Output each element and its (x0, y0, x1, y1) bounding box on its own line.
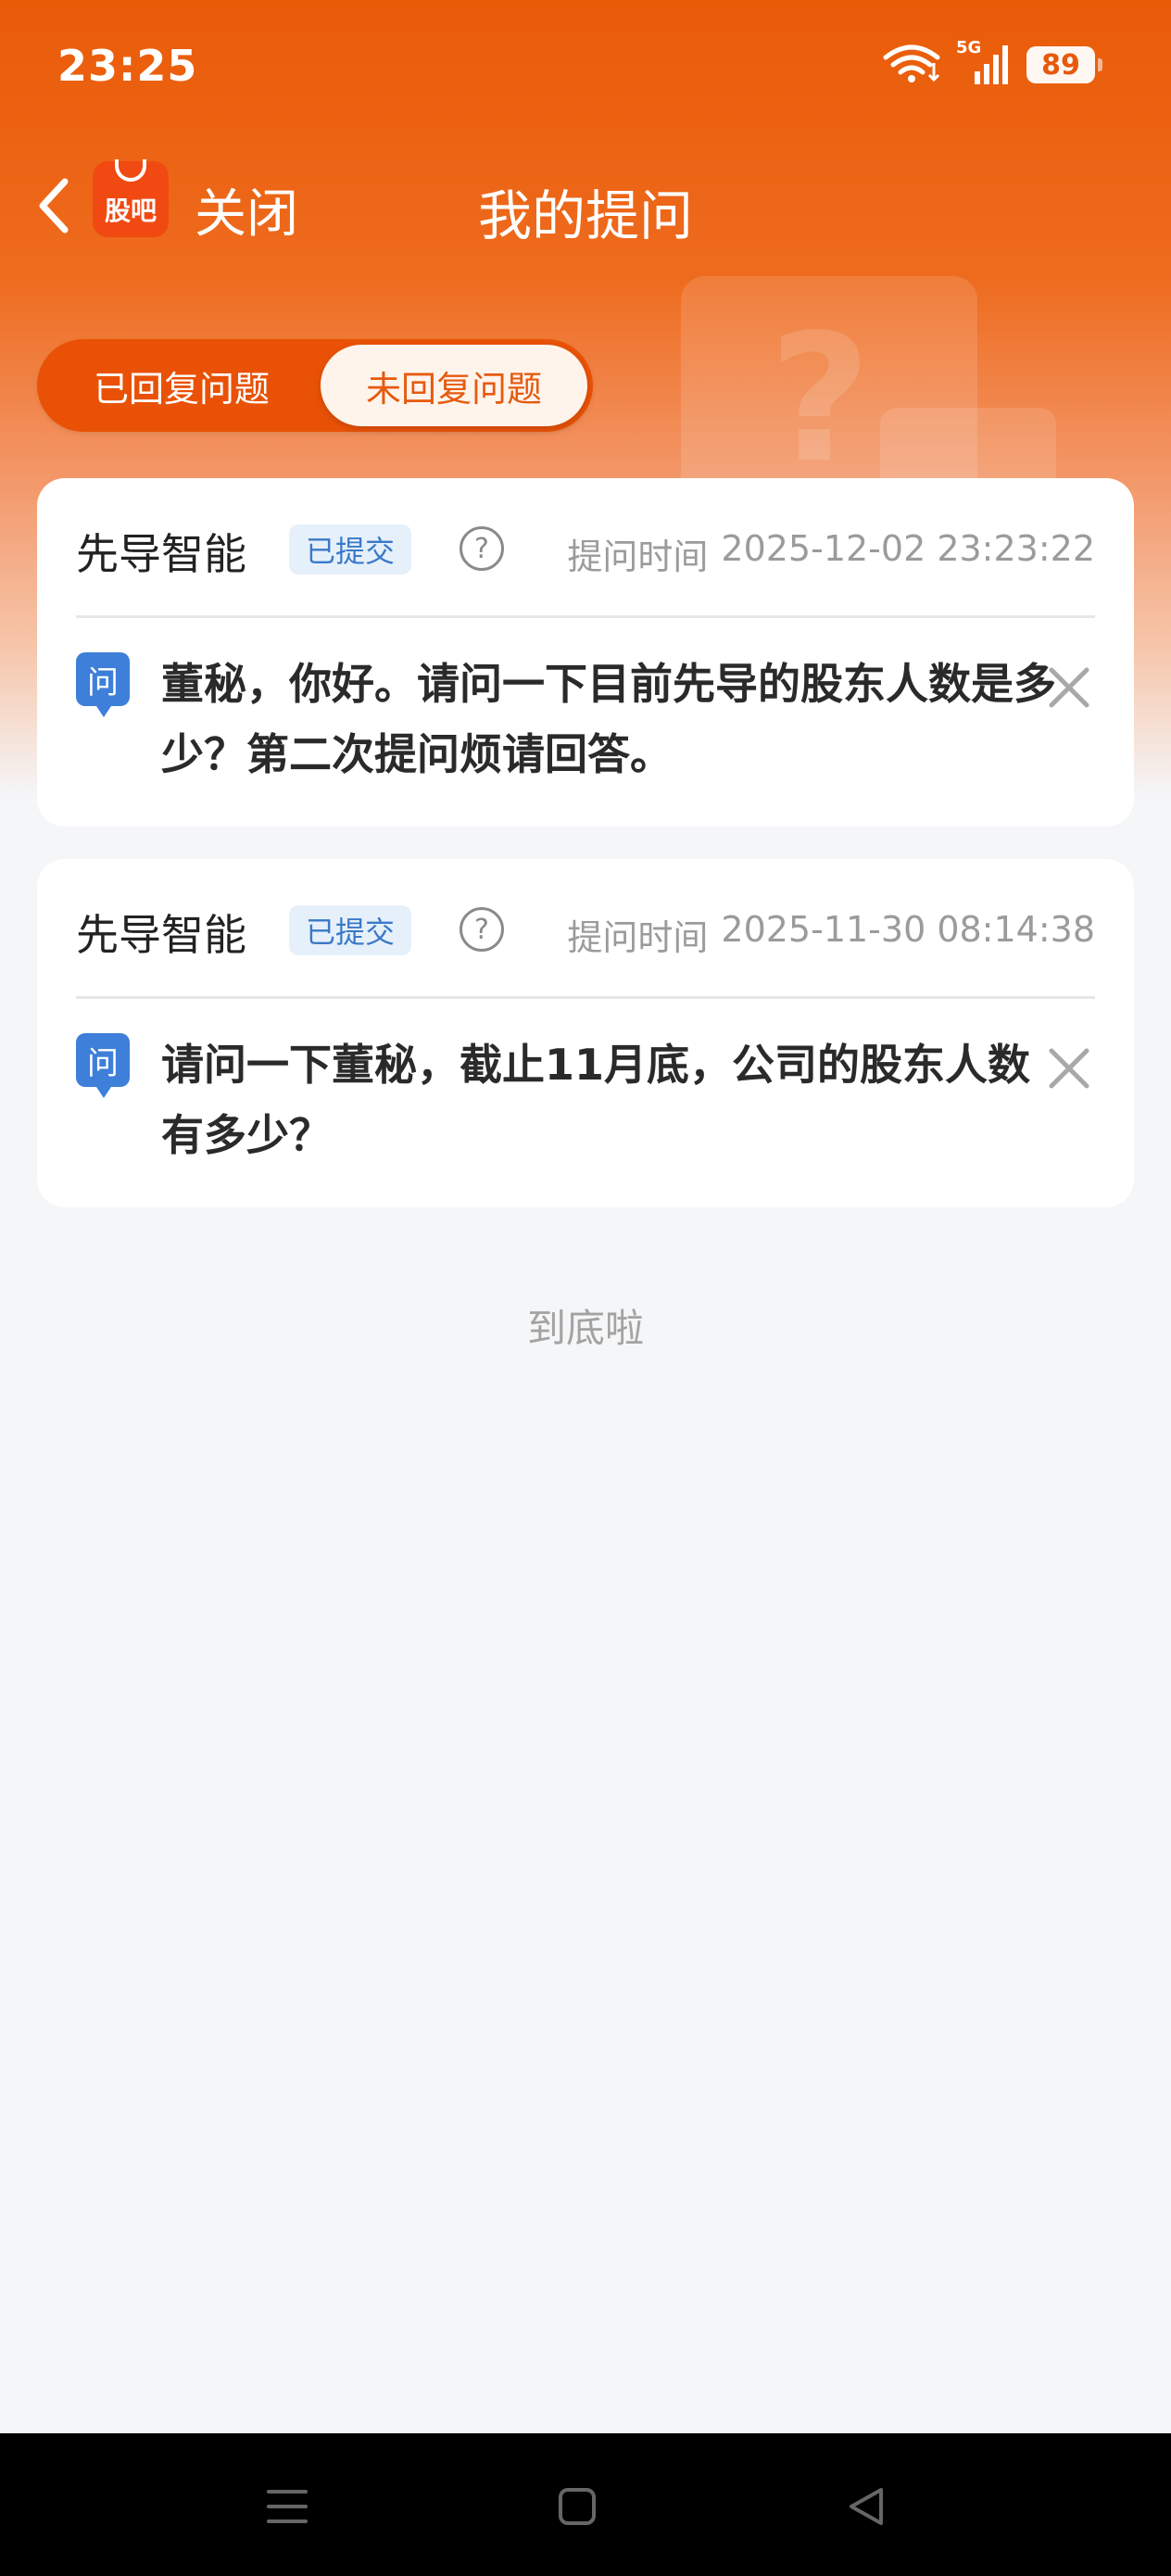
menu-icon (267, 2490, 308, 2523)
divider (76, 996, 1095, 999)
close-icon (1049, 1048, 1089, 1089)
tab-answered[interactable]: 已回复问题 (43, 345, 321, 426)
help-icon[interactable]: ? (460, 907, 504, 952)
question-badge-icon: 问 (76, 1033, 130, 1098)
page-title: 我的提问 (477, 184, 693, 247)
company-name[interactable]: 先导智能 (76, 521, 246, 582)
question-badge-icon: 问 (76, 652, 130, 717)
status-bar: 23:25 5G 89 (0, 0, 1171, 139)
delete-button[interactable] (1041, 660, 1097, 715)
triangle-back-icon (850, 2488, 883, 2525)
tab-unanswered[interactable]: 未回复问题 (321, 345, 587, 426)
status-badge: 已提交 (289, 905, 412, 955)
close-icon (1049, 667, 1089, 708)
question-illustration-mark: ? (769, 297, 872, 501)
status-time: 23:25 (57, 41, 198, 91)
cellular-signal-icon: 5G (956, 38, 1012, 86)
system-nav-bar (0, 2433, 1171, 2576)
ask-time: 提问时间 2025-12-02 23:23:22 (567, 528, 1095, 579)
ask-time: 提问时间 2025-11-30 08:14:38 (567, 909, 1095, 960)
card-header: 先导智能 已提交 ? 提问时间 2025-12-02 23:23:22 (76, 515, 1095, 580)
ask-time-label: 提问时间 (567, 917, 709, 958)
square-icon (559, 2488, 596, 2525)
ask-time-label: 提问时间 (567, 537, 709, 577)
question-tabs: 已回复问题 未回复问题 (37, 339, 593, 432)
company-name[interactable]: 先导智能 (76, 902, 246, 963)
help-icon[interactable]: ? (460, 526, 504, 571)
question-card[interactable]: 先导智能 已提交 ? 提问时间 2025-11-30 08:14:38 问 请问… (37, 859, 1134, 1207)
question-card[interactable]: 先导智能 已提交 ? 提问时间 2025-12-02 23:23:22 问 董秘… (37, 478, 1134, 827)
question-text: 董秘，你好。请问一下目前先导的股东人数是多少？第二次提问烦请回答。 (161, 659, 1056, 779)
nav-bar: 股吧 关闭 我的提问 (0, 139, 1171, 269)
ask-time-value: 2025-11-30 08:14:38 (721, 909, 1095, 950)
wifi-icon (882, 43, 941, 87)
battery-indicator: 89 (1026, 46, 1102, 83)
screen: ? 23:25 5G 89 股吧 关闭 我的提问 已回复问题 未回复问题 先导智… (0, 0, 1171, 2576)
divider (76, 615, 1095, 618)
system-back-button[interactable] (834, 2474, 899, 2539)
question-text: 请问一下董秘，截止11月底，公司的股东人数有多少？ (161, 1040, 1031, 1160)
status-icons: 5G 89 (882, 38, 1102, 87)
delete-button[interactable] (1041, 1041, 1097, 1096)
end-of-list-text: 到底啦 (526, 1306, 644, 1351)
ask-time-value: 2025-12-02 23:23:22 (721, 528, 1095, 569)
home-button[interactable] (545, 2474, 610, 2539)
card-header: 先导智能 已提交 ? 提问时间 2025-11-30 08:14:38 (76, 896, 1095, 961)
recent-apps-button[interactable] (255, 2474, 320, 2539)
status-badge: 已提交 (289, 524, 412, 575)
